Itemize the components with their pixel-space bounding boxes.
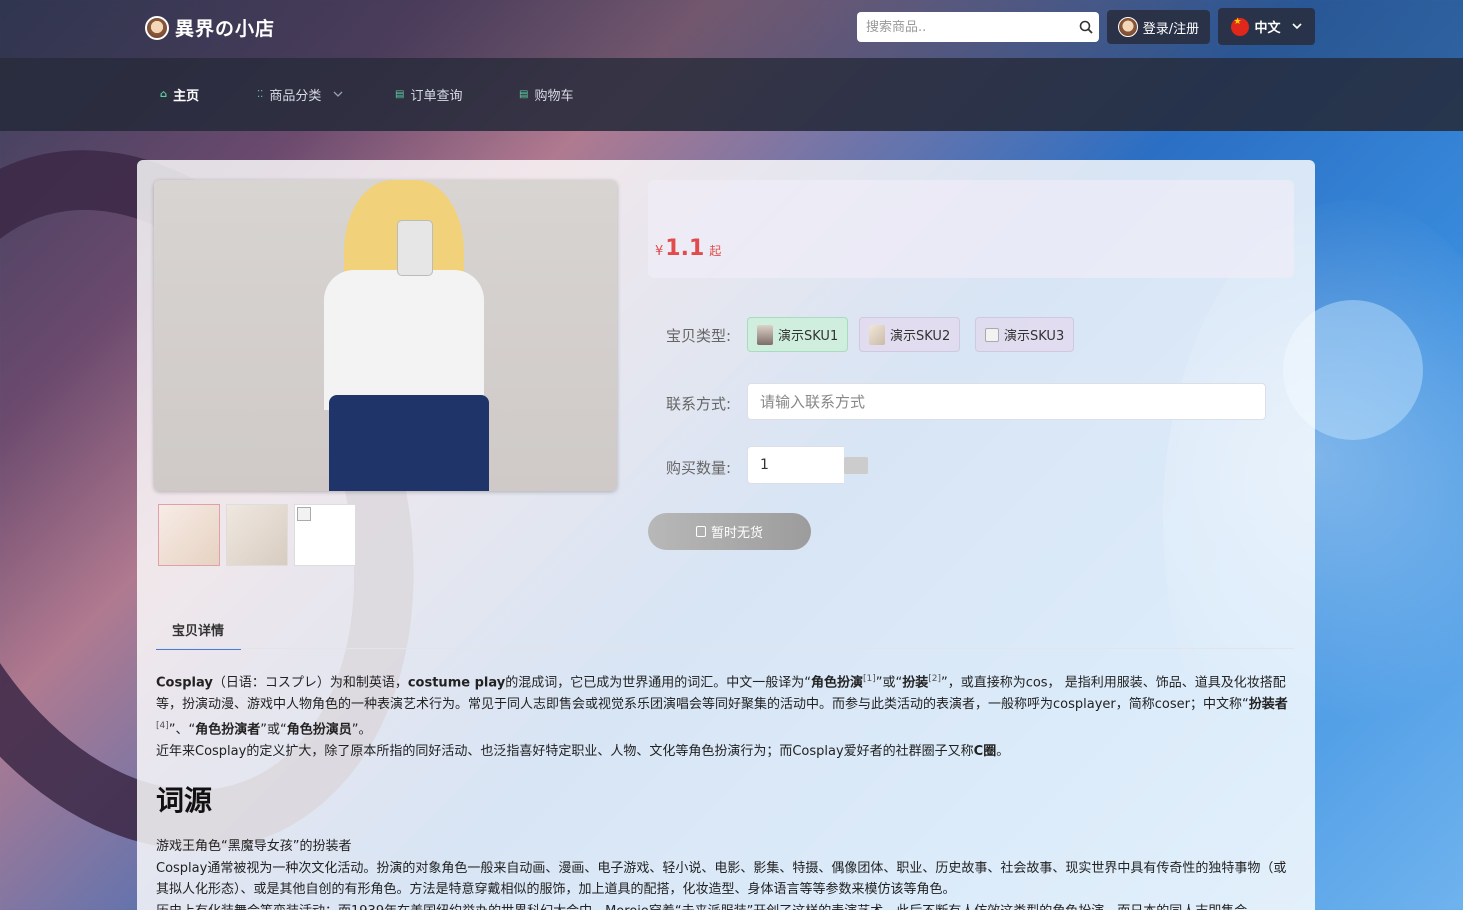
broken-image-icon <box>297 507 311 521</box>
main-nav: ⌂ 主页 ⁚⁚ 商品分类 ▤ 订单查询 ▤ 购物车 <box>0 58 1463 131</box>
contact-label: 联系方式: <box>666 395 732 413</box>
language-selector[interactable]: 中文 <box>1218 8 1315 45</box>
description-paragraph: Cosplay通常被视为一种次文化活动。扮演的对象角色一般来自动画、漫画、电子游… <box>156 860 1287 898</box>
nav-orders-label: 订单查询 <box>410 89 463 104</box>
search-box <box>857 12 1099 42</box>
tab-product-detail[interactable]: 宝贝详情 <box>156 620 241 650</box>
sku-option-label: 演示SKU1 <box>778 329 839 344</box>
quantity-stepper[interactable] <box>844 457 868 474</box>
price-suffix: 起 <box>709 244 722 258</box>
language-label: 中文 <box>1254 21 1281 36</box>
sku-option-2[interactable]: 演示SKU2 <box>859 317 961 352</box>
shopping-bag-icon <box>695 526 706 537</box>
search-input[interactable] <box>857 12 1073 42</box>
cart-icon: ▤ <box>519 89 529 100</box>
site-name: 異界の小店 <box>175 18 276 40</box>
nav-home-label: 主页 <box>173 89 200 104</box>
description-paragraph: 近年来Cosplay的定义扩大，除了原本所指的同好活动、也泛指喜好特定职业、人物… <box>156 743 1010 759</box>
broken-image-icon <box>985 327 999 342</box>
price-amount: 1.1 <box>665 236 705 261</box>
nav-cart-label: 购物车 <box>534 89 574 104</box>
top-header: 異界の小店 登录/注册 中文 <box>0 0 1463 58</box>
quantity-label: 购买数量: <box>666 459 732 477</box>
sku-option-3[interactable]: 演示SKU3 <box>975 317 1075 352</box>
sku-option-label: 演示SKU3 <box>1004 329 1065 344</box>
section-heading-etymology: 词源 <box>156 784 213 818</box>
product-main-image[interactable] <box>154 180 617 491</box>
product-title-panel <box>648 180 1294 278</box>
sku-thumbnail <box>757 324 773 345</box>
grid-icon: ⁚⁚ <box>257 89 264 100</box>
product-thumbnail-1[interactable] <box>158 504 220 566</box>
description-paragraph: Cosplay（日语：コスプレ）为和制英语，costume play的混成词，它… <box>156 674 1288 738</box>
sku-option-1[interactable]: 演示SKU1 <box>747 317 849 352</box>
nav-categories[interactable]: ⁚⁚ 商品分类 <box>257 85 343 104</box>
search-icon[interactable] <box>1073 12 1099 42</box>
nav-orders[interactable]: ▤ 订单查询 <box>395 85 462 104</box>
out-of-stock-button[interactable]: 暂时无货 <box>648 513 811 550</box>
price-currency: ¥ <box>655 244 664 259</box>
site-logo[interactable]: 異界の小店 <box>145 14 275 41</box>
image-caption: 游戏王角色“黑魔导女孩”的扮装者 <box>156 839 352 855</box>
chevron-down-icon <box>333 89 343 100</box>
login-register-button[interactable]: 登录/注册 <box>1107 10 1210 44</box>
product-thumbnail-2[interactable] <box>226 504 288 566</box>
sku-option-label: 演示SKU2 <box>890 329 951 344</box>
description-paragraph: 历史上有化装舞会等变装活动；而1939年在美国纽约举办的世界科幻大会中，Moro… <box>156 901 1294 910</box>
nav-cart[interactable]: ▤ 购物车 <box>519 85 573 104</box>
login-register-label: 登录/注册 <box>1142 21 1200 37</box>
order-list-icon: ▤ <box>395 89 405 100</box>
product-description: Cosplay（日语：コスプレ）为和制英语，costume play的混成词，它… <box>156 669 1294 910</box>
logo-avatar-icon <box>145 15 169 40</box>
product-thumbnail-3[interactable] <box>294 504 356 566</box>
sku-thumbnail <box>869 324 885 345</box>
home-icon: ⌂ <box>160 89 168 100</box>
product-price: ¥ 1.1 起 <box>655 236 721 261</box>
quantity-input[interactable] <box>747 446 844 484</box>
nav-home[interactable]: ⌂ 主页 <box>160 85 199 104</box>
china-flag-icon <box>1231 17 1250 36</box>
nav-categories-label: 商品分类 <box>269 89 322 104</box>
buy-button-label: 暂时无货 <box>710 526 763 541</box>
sku-type-label: 宝贝类型: <box>666 327 732 345</box>
tab-divider <box>156 648 1294 649</box>
user-avatar-icon <box>1117 17 1138 37</box>
contact-input[interactable] <box>747 383 1266 420</box>
chevron-down-icon <box>1291 19 1302 34</box>
